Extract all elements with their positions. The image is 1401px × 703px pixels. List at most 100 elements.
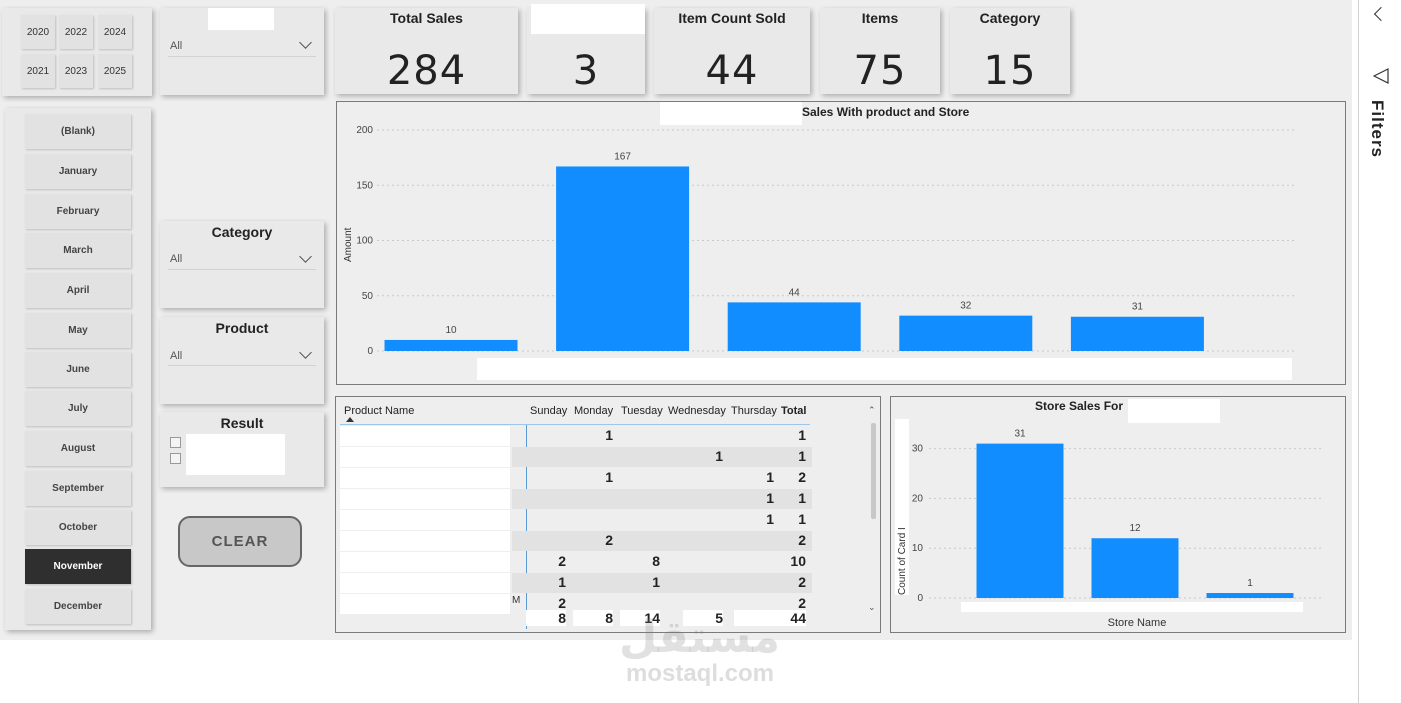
table-cell: 1: [605, 469, 613, 485]
slicer-title: Category: [211, 224, 273, 240]
data-label: 44: [789, 287, 801, 298]
y-axis-label: Count of Card I: [897, 527, 908, 595]
kpi-value: 15: [983, 48, 1037, 94]
table-cell: 8: [652, 553, 660, 569]
product-name-cell: [340, 510, 510, 530]
top-dropdown-slicer: All: [160, 8, 324, 95]
result-values-box: [186, 434, 285, 475]
month-april-button[interactable]: April: [25, 273, 131, 308]
year-2022-button[interactable]: 2022: [59, 15, 93, 49]
chevron-down-icon[interactable]: [299, 346, 312, 359]
month-june-button[interactable]: June: [25, 352, 131, 387]
product-name-cell: [340, 594, 510, 614]
month-may-button[interactable]: May: [25, 313, 131, 348]
filter-icon[interactable]: [1373, 68, 1389, 84]
month-january-button[interactable]: January: [25, 154, 131, 189]
data-label: 12: [1129, 523, 1141, 534]
result-checkbox-1[interactable]: [170, 437, 181, 448]
bar: [976, 443, 1064, 598]
matrix-header-monday: Monday: [574, 405, 614, 417]
sort-ascending-icon: [346, 417, 354, 422]
data-label: 167: [614, 151, 631, 162]
scroll-up-icon[interactable]: ⌃: [868, 405, 876, 416]
matrix-header-product[interactable]: Product Name: [344, 405, 414, 417]
scroll-down-icon[interactable]: ⌄: [868, 602, 876, 613]
month-blank-button[interactable]: (Blank): [25, 114, 131, 149]
kpi-category: Category 15: [950, 8, 1070, 94]
store-sales-panel: Store Sales For Count of Card I 0 10 20 30 …: [890, 396, 1346, 633]
y-tick-label: 0: [917, 593, 923, 604]
kpi-title-box: [531, 4, 645, 34]
matrix-header-thursday: Thursday: [731, 405, 777, 417]
chevron-down-icon[interactable]: [299, 36, 312, 49]
bar: [1206, 593, 1294, 598]
data-label: 10: [445, 325, 457, 336]
table-cell: 1: [798, 490, 806, 506]
kpi-value: 284: [386, 48, 467, 94]
table-cell: 1: [798, 511, 806, 527]
y-tick-label: 150: [356, 180, 373, 191]
bar: [556, 166, 690, 351]
top-dropdown-value[interactable]: All: [170, 40, 182, 52]
matrix-header-sunday: Sunday: [530, 405, 568, 417]
year-2025-button[interactable]: 2025: [98, 54, 132, 88]
year-2021-button[interactable]: 2021: [21, 54, 55, 88]
clear-button[interactable]: CLEAR: [178, 516, 302, 567]
product-name-cell: [340, 531, 510, 551]
matrix-header-tuesday: Tuesday: [621, 405, 663, 417]
month-august-button[interactable]: August: [25, 431, 131, 466]
total-cell: 8: [526, 610, 566, 626]
y-tick-label: 100: [356, 236, 373, 247]
table-cell: 2: [558, 595, 566, 611]
month-december-button[interactable]: December: [25, 589, 131, 624]
filters-label[interactable]: Filters: [1367, 100, 1387, 158]
product-slicer: Product All: [160, 317, 324, 404]
month-march-button[interactable]: March: [25, 233, 131, 268]
table-cell: 1: [652, 574, 660, 590]
sales-chart-panel: Sales With product and Store Amount 0 50 1…: [336, 100, 1346, 385]
table-cell: 1: [558, 574, 566, 590]
slicer-title-box: [208, 8, 274, 30]
data-label: 1: [1247, 578, 1253, 589]
kpi-items: Items 75: [820, 8, 940, 94]
y-tick-label: 200: [356, 125, 373, 136]
kpi-title: Total Sales: [390, 10, 463, 26]
slicer-title: Result: [220, 415, 264, 431]
product-name-cell: [340, 426, 510, 446]
month-november-button[interactable]: November: [25, 549, 131, 584]
bar: [727, 302, 861, 351]
table-cell: 2: [798, 574, 806, 590]
year-2024-button[interactable]: 2024: [98, 15, 132, 49]
table-cell: 1: [798, 427, 806, 443]
kpi-title: Items: [861, 10, 899, 26]
vertical-scrollbar[interactable]: [871, 423, 876, 519]
x-axis-labels-mask: [477, 358, 1292, 380]
chevron-down-icon[interactable]: [299, 250, 312, 263]
product-dropdown-value[interactable]: All: [170, 350, 182, 362]
month-october-button[interactable]: October: [25, 510, 131, 545]
month-july-button[interactable]: July: [25, 391, 131, 426]
category-dropdown-value[interactable]: All: [170, 253, 182, 265]
slicer-title: Product: [215, 320, 269, 336]
total-cell: 8: [573, 610, 613, 626]
kpi-value: 75: [853, 48, 907, 94]
data-label: 32: [960, 301, 972, 312]
bar: [1070, 316, 1204, 351]
kpi-item-count-sold: Item Count Sold 44: [654, 8, 810, 94]
y-axis-label: Amount: [343, 227, 354, 262]
table-cell: 2: [798, 469, 806, 485]
year-2020-button[interactable]: 2020: [21, 15, 55, 49]
table-cell: 2: [798, 532, 806, 548]
year-2023-button[interactable]: 2023: [59, 54, 93, 88]
result-checkbox-2[interactable]: [170, 453, 181, 464]
category-slicer: Category All: [160, 221, 324, 308]
month-february-button[interactable]: February: [25, 194, 131, 229]
y-tick-label: 0: [367, 346, 373, 357]
table-cell: 2: [605, 532, 613, 548]
y-tick-label: 30: [912, 444, 924, 455]
product-name-cell: [340, 489, 510, 509]
dropdown-underline: [168, 365, 316, 366]
month-september-button[interactable]: September: [25, 471, 131, 506]
kpi-title: Category: [979, 10, 1041, 26]
x-axis-labels-mask: [961, 602, 1303, 612]
